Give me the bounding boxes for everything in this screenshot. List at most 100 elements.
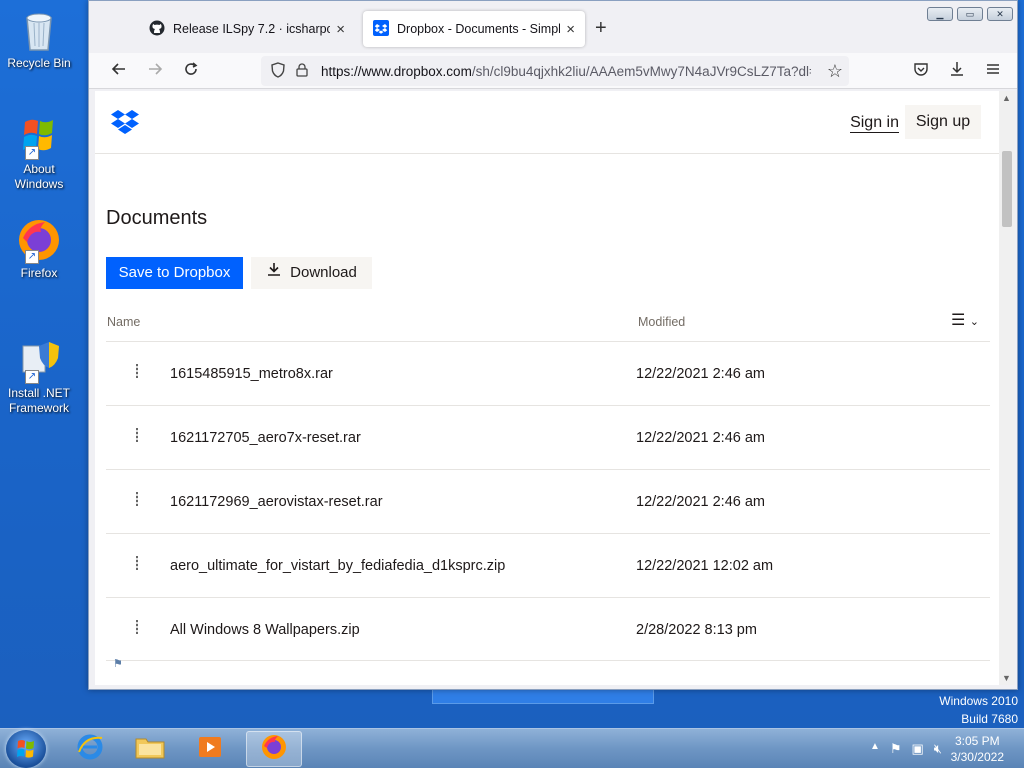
- scroll-up-icon[interactable]: ▲: [1002, 93, 1011, 103]
- pocket-icon[interactable]: [909, 59, 933, 83]
- column-header-modified[interactable]: Modified: [638, 315, 685, 329]
- file-modified: 12/22/2021 2:46 am: [636, 494, 765, 510]
- desktop-icon-recycle-bin[interactable]: Recycle Bin: [4, 6, 74, 71]
- desktop-icon-label: About Windows: [14, 162, 64, 191]
- shortcut-arrow-icon: ↗: [25, 250, 39, 264]
- bookmark-star-icon[interactable]: ☆: [827, 61, 843, 82]
- taskbar-file-explorer[interactable]: [122, 731, 178, 767]
- dropbox-logo-icon[interactable]: [111, 109, 139, 140]
- minimize-button[interactable]: ▁: [927, 7, 953, 21]
- network-icon[interactable]: ▣: [912, 741, 924, 757]
- desktop-icon-install-net[interactable]: ↗ Install .NET Framework: [4, 336, 74, 416]
- maximize-button[interactable]: ▭: [957, 7, 983, 21]
- tab-title: Release ILSpy 7.2 · icsharpcode/ILSpy: [173, 22, 331, 36]
- new-tab-button[interactable]: +: [595, 17, 607, 40]
- file-modified: 12/22/2021 12:02 am: [636, 558, 774, 574]
- column-header-name[interactable]: Name: [107, 315, 140, 329]
- hamburger-menu-icon[interactable]: [981, 59, 1005, 83]
- window-controls: ▁ ▭ ✕: [927, 7, 1013, 21]
- github-icon: [149, 20, 165, 39]
- navigation-toolbar: https://www.dropbox.com/sh/cl9bu4qjxhk2l…: [89, 53, 1017, 89]
- back-arrow-icon[interactable]: [107, 59, 131, 83]
- desktop-icon-label: Firefox: [20, 266, 58, 280]
- tab-bar: Release ILSpy 7.2 · icsharpcode/ILSpy × …: [89, 1, 1017, 53]
- taskbar-firefox[interactable]: [246, 731, 302, 767]
- taskbar: ▲ ⚑ ▣ 🔇︎ 3:05 PM 3/30/2022: [0, 728, 1024, 768]
- installer-shield-icon: ↗: [15, 336, 63, 384]
- page-title: Documents: [106, 207, 208, 229]
- browser-window: Release ILSpy 7.2 · icsharpcode/ILSpy × …: [88, 0, 1018, 690]
- close-window-button[interactable]: ✕: [987, 7, 1013, 21]
- desktop-icon-label: Recycle Bin: [7, 56, 71, 70]
- table-row[interactable]: 1621172969_aerovistax-reset.rar 12/22/20…: [106, 469, 990, 533]
- system-tray: ▲ ⚑ ▣ 🔇︎: [870, 741, 942, 757]
- sign-in-link[interactable]: Sign in: [850, 114, 899, 133]
- table-row[interactable]: 1615485915_metro8x.rar 12/22/2021 2:46 a…: [106, 341, 990, 405]
- shortcut-arrow-icon: ↗: [25, 370, 39, 384]
- list-view-icon: ☰: [950, 312, 966, 329]
- downloads-icon[interactable]: [945, 59, 969, 83]
- file-name[interactable]: All Windows 8 Wallpapers.zip: [170, 622, 360, 638]
- sign-up-button[interactable]: Sign up: [905, 105, 981, 139]
- download-icon: [266, 257, 282, 289]
- file-modified: 12/22/2021 2:46 am: [636, 430, 765, 446]
- taskbar-internet-explorer[interactable]: [62, 731, 118, 767]
- file-name[interactable]: 1615485915_metro8x.rar: [170, 366, 333, 382]
- scrollbar-thumb[interactable]: [1002, 151, 1012, 227]
- taskbar-media-player[interactable]: [182, 731, 238, 767]
- window-shadow-strip: [432, 690, 654, 704]
- tab-dropbox-documents[interactable]: Dropbox - Documents - Simplify your life…: [363, 11, 585, 47]
- zip-file-icon: [134, 492, 140, 506]
- report-flag-icon[interactable]: ⚑: [113, 657, 123, 670]
- close-tab-icon[interactable]: ×: [336, 21, 345, 38]
- firefox-icon: ↗: [15, 216, 63, 264]
- file-modified: 2/28/2022 8:13 pm: [636, 622, 757, 638]
- url-host: https://www.dropbox.com: [321, 63, 472, 79]
- url-text: https://www.dropbox.com/sh/cl9bu4qjxhk2l…: [321, 64, 811, 79]
- view-options-menu[interactable]: ☰ ⌄: [951, 310, 979, 330]
- download-label: Download: [290, 264, 357, 281]
- file-name[interactable]: aero_ultimate_for_vistart_by_fediafedia_…: [170, 558, 505, 574]
- folder-icon: [134, 733, 166, 766]
- file-modified: 12/22/2021 2:46 am: [636, 366, 765, 382]
- clock-time: 3:05 PM: [954, 734, 1000, 748]
- file-list: 1615485915_metro8x.rar 12/22/2021 2:46 a…: [106, 341, 990, 661]
- save-to-dropbox-button[interactable]: Save to Dropbox: [106, 257, 243, 289]
- recycle-bin-icon: [15, 6, 63, 54]
- tab-ilspy-release[interactable]: Release ILSpy 7.2 · icsharpcode/ILSpy ×: [139, 11, 355, 47]
- firefox-icon: [259, 732, 289, 767]
- lock-icon[interactable]: [291, 62, 313, 80]
- desktop-icon-about-windows[interactable]: ↗ About Windows: [4, 112, 74, 192]
- table-row[interactable]: All Windows 8 Wallpapers.zip 2/28/2022 8…: [106, 597, 990, 661]
- watermark-line-1: Windows 2010: [939, 694, 1018, 708]
- header-divider: [95, 153, 999, 154]
- zip-file-icon: [134, 556, 140, 570]
- internet-explorer-icon: [75, 732, 105, 767]
- scroll-down-icon[interactable]: ▼: [1002, 673, 1011, 683]
- tracking-protection-shield-icon[interactable]: [267, 61, 289, 81]
- file-name[interactable]: 1621172969_aerovistax-reset.rar: [170, 494, 383, 510]
- chevron-down-icon: ⌄: [969, 316, 979, 328]
- watermark-line-2: Build 7680: [961, 712, 1018, 726]
- desktop-icon-firefox[interactable]: ↗ Firefox: [4, 216, 74, 281]
- table-row[interactable]: 1621172705_aero7x-reset.rar 12/22/2021 2…: [106, 405, 990, 469]
- windows-watermark: Windows 2010 Build 7680: [939, 692, 1018, 728]
- action-center-flag-icon[interactable]: ⚑: [890, 741, 902, 757]
- system-clock[interactable]: 3:05 PM 3/30/2022: [951, 733, 1004, 765]
- zip-file-icon: [134, 428, 140, 442]
- shortcut-arrow-icon: ↗: [25, 146, 39, 160]
- volume-muted-icon[interactable]: 🔇︎: [934, 741, 942, 757]
- download-button[interactable]: Download: [251, 257, 372, 289]
- table-row[interactable]: aero_ultimate_for_vistart_by_fediafedia_…: [106, 533, 990, 597]
- show-hidden-icons-icon[interactable]: ▲: [870, 741, 880, 757]
- address-bar[interactable]: https://www.dropbox.com/sh/cl9bu4qjxhk2l…: [261, 56, 849, 86]
- reload-icon[interactable]: [179, 59, 203, 83]
- close-tab-icon[interactable]: ×: [566, 21, 575, 38]
- media-player-icon: [196, 733, 224, 766]
- forward-arrow-icon[interactable]: [143, 59, 167, 83]
- windows-logo-icon: ↗: [15, 112, 63, 160]
- page-scrollbar[interactable]: ▲ ▼: [999, 91, 1015, 685]
- file-name[interactable]: 1621172705_aero7x-reset.rar: [170, 430, 361, 446]
- zip-file-icon: [134, 364, 140, 378]
- start-button[interactable]: [6, 730, 46, 768]
